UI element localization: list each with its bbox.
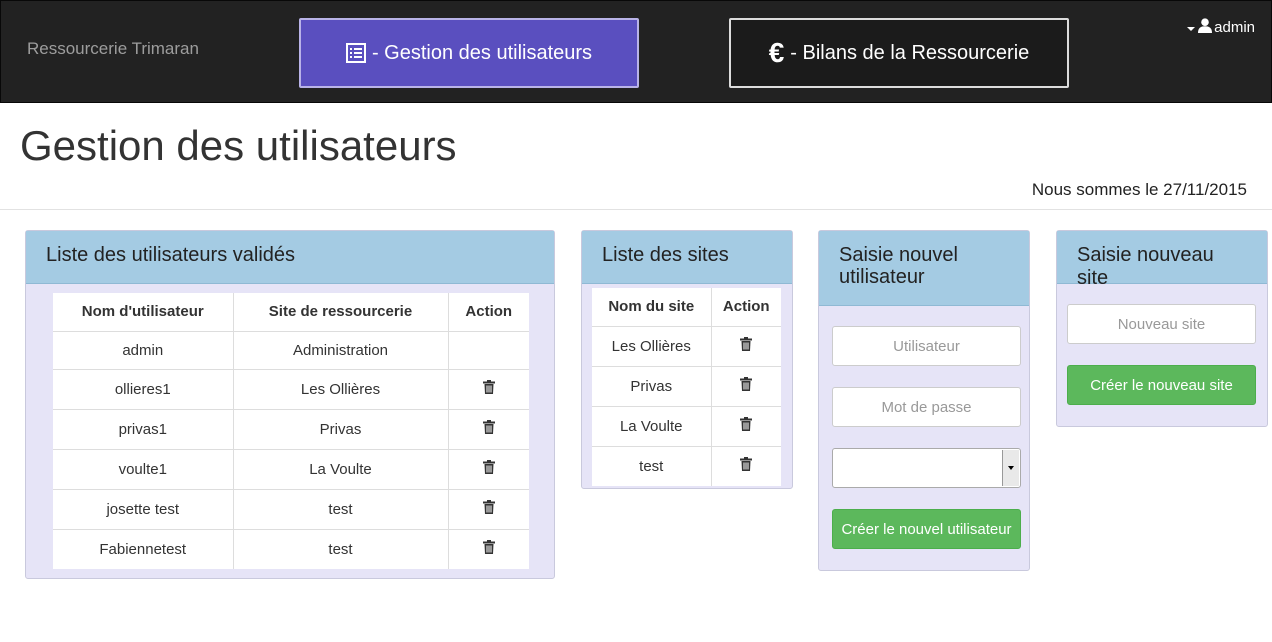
user-site-cell: Les Ollières [233, 368, 449, 409]
list-alt-icon [345, 43, 366, 63]
trash-icon[interactable] [482, 420, 495, 438]
user-name-cell: Fabiennetest [53, 528, 234, 569]
sites-table: Nom du site Action Les Ollières Privas La … [592, 288, 781, 486]
users-panel-title: Liste des utilisateurs validés [26, 231, 554, 284]
sites-panel: Liste des sites Nom du site Action Les O… [581, 230, 793, 489]
current-date: Nous sommes le 27/11/2015 [1031, 180, 1247, 199]
table-row: test [592, 445, 781, 486]
site-name-cell: Les Ollières [592, 325, 712, 366]
users-panel: Liste des utilisateurs validés Nom d'uti… [25, 230, 555, 579]
trash-icon[interactable] [740, 377, 753, 395]
column-header: Nom du site [592, 288, 712, 327]
action-cell [448, 408, 529, 449]
create-site-button[interactable]: Créer le nouveau site [1067, 365, 1256, 405]
new-site-input[interactable]: Nouveau site [1067, 304, 1256, 344]
new-user-panel: Saisie nouvel utilisateur Utilisateur Mo… [818, 230, 1030, 571]
table-row: privas1 Privas [53, 408, 529, 449]
user-name-cell: ollieres1 [53, 368, 234, 409]
user-site-cell: test [233, 528, 449, 569]
action-cell [448, 448, 529, 489]
column-header: Site de ressourcerie [233, 293, 449, 332]
trash-icon[interactable] [482, 540, 495, 558]
trash-icon[interactable] [482, 500, 495, 518]
site-name-cell: Privas [592, 365, 712, 406]
user-name-cell: privas1 [53, 408, 234, 449]
table-row: Privas [592, 365, 781, 406]
nav-gestion-label: - Gestion des utilisateurs [371, 41, 593, 64]
nav-bilans-label: - Bilans de la Ressourcerie [790, 41, 1030, 64]
user-name-cell: josette test [53, 488, 234, 529]
divider [0, 209, 1272, 210]
site-select[interactable] [832, 448, 1021, 488]
users-table: Nom d'utilisateur Site de ressourcerie A… [53, 293, 529, 569]
username-input[interactable]: Utilisateur [832, 326, 1021, 366]
euro-icon: € [768, 37, 785, 68]
column-header: Action [448, 293, 529, 332]
table-row: ollieres1 Les Ollières [53, 368, 529, 409]
chevron-down-icon[interactable] [1002, 450, 1019, 486]
user-site-cell: Privas [233, 408, 449, 449]
new-site-panel-title: Saisie nouveau site [1057, 231, 1267, 289]
user-menu[interactable]: admin [1187, 18, 1255, 37]
action-cell [448, 528, 529, 569]
column-header: Action [711, 288, 781, 327]
table-row: voulte1 La Voulte [53, 448, 529, 489]
trash-icon[interactable] [740, 457, 753, 475]
site-name-cell: La Voulte [592, 405, 712, 446]
user-site-cell: test [233, 488, 449, 529]
trash-icon[interactable] [482, 380, 495, 398]
nav-gestion-utilisateurs-button[interactable]: - Gestion des utilisateurs [299, 18, 639, 88]
user-site-cell: Administration [233, 330, 449, 369]
top-navbar: Ressourcerie Trimaran - Gestion des util… [0, 0, 1272, 103]
action-cell [711, 405, 781, 446]
user-site-cell: La Voulte [233, 448, 449, 489]
password-input[interactable]: Mot de passe [832, 387, 1021, 427]
sites-panel-title: Liste des sites [582, 231, 792, 284]
site-name-cell: test [592, 445, 712, 486]
table-row: josette test test [53, 488, 529, 529]
action-cell [448, 488, 529, 529]
action-cell [711, 365, 781, 406]
user-name-cell: voulte1 [53, 448, 234, 489]
new-user-panel-title: Saisie nouvel utilisateur [819, 231, 1029, 306]
action-cell [711, 325, 781, 366]
trash-icon[interactable] [482, 460, 495, 478]
action-cell [448, 330, 529, 369]
action-cell [711, 445, 781, 486]
caret-down-icon [1187, 26, 1196, 31]
user-name: admin [1214, 19, 1255, 36]
brand-name[interactable]: Ressourcerie Trimaran [27, 39, 199, 59]
new-site-panel: Saisie nouveau site Nouveau site Créer l… [1056, 230, 1268, 427]
nav-bilans-button[interactable]: € - Bilans de la Ressourcerie [729, 18, 1069, 88]
user-name-cell: admin [53, 330, 234, 369]
create-user-button[interactable]: Créer le nouvel utilisateur [832, 509, 1021, 549]
action-cell [448, 368, 529, 409]
table-row: Les Ollières [592, 325, 781, 366]
trash-icon[interactable] [740, 417, 753, 435]
trash-icon[interactable] [740, 337, 753, 355]
table-row: La Voulte [592, 405, 781, 446]
user-icon [1198, 18, 1213, 37]
table-row: Fabiennetest test [53, 528, 529, 569]
column-header: Nom d'utilisateur [53, 293, 234, 332]
table-row: admin Administration [53, 330, 529, 369]
page-title: Gestion des utilisateurs [20, 122, 457, 169]
